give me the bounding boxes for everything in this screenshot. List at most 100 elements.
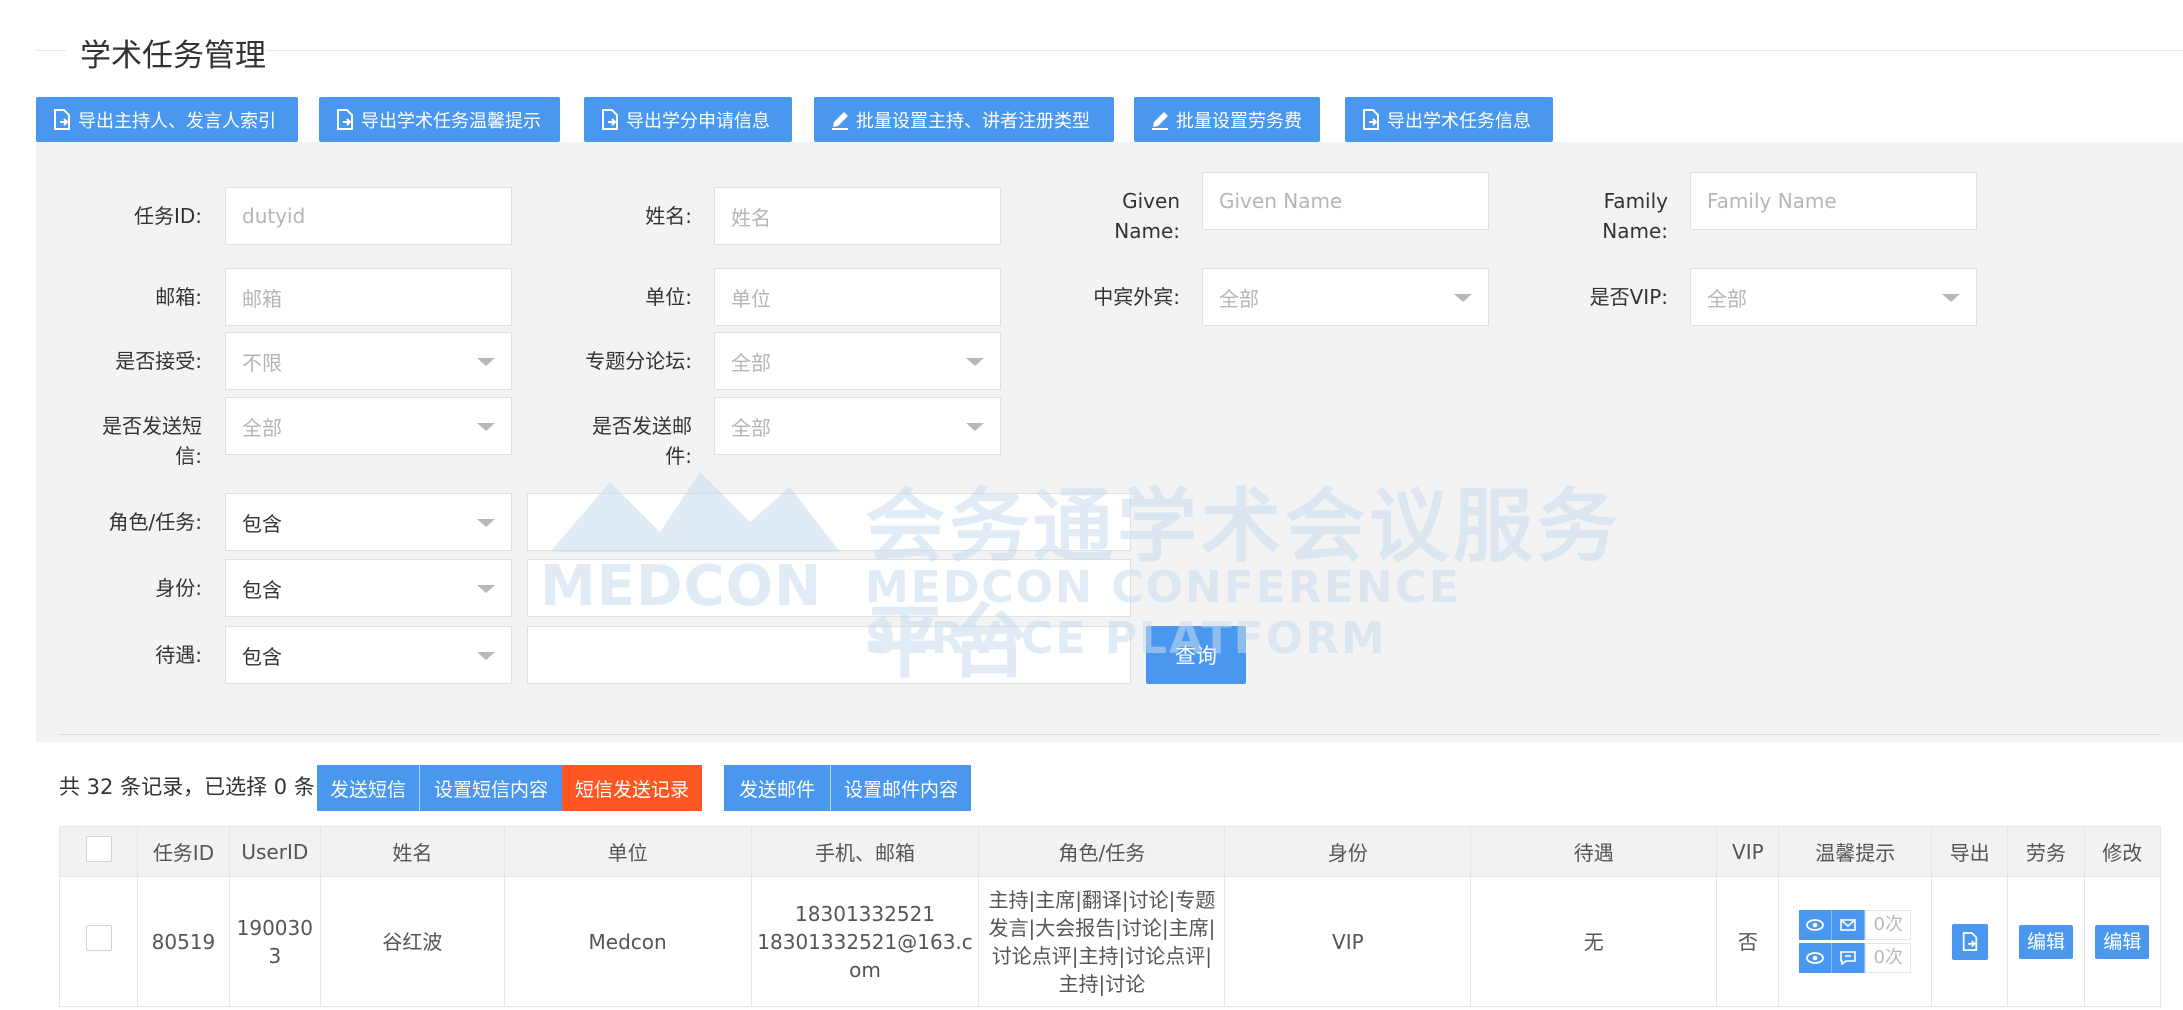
mail-count: 0次: [1865, 910, 1912, 940]
column-header: 劳务: [2007, 826, 2085, 877]
export-task-info-button[interactable]: 导出学术任务信息: [1345, 97, 1553, 142]
family-name-input[interactable]: Family Name: [1690, 172, 1977, 230]
mail-sent-label-line2: 件:: [665, 444, 692, 468]
select-all-checkbox[interactable]: [85, 836, 112, 862]
identity-cell: VIP: [1224, 876, 1472, 1007]
chevron-down-icon: [477, 519, 495, 527]
accepted-label: 是否接受:: [115, 349, 202, 373]
send-mail-button[interactable]: 发送邮件: [724, 765, 830, 811]
send-sms-button[interactable]: 发送短信: [317, 765, 419, 811]
identity-mode-value: 包含: [242, 577, 282, 602]
email-text: 18301332521@163.com: [757, 929, 973, 982]
export-host-speaker-index-button[interactable]: 导出主持人、发言人索引: [36, 97, 298, 142]
accepted-select[interactable]: 不限: [225, 332, 512, 390]
edit-pencil-icon: [830, 109, 850, 131]
column-header: 角色/任务: [978, 826, 1226, 877]
email-input[interactable]: 邮箱: [225, 268, 512, 326]
column-header: 修改: [2083, 826, 2162, 877]
column-header: 温馨提示: [1778, 826, 1933, 877]
chevron-down-icon: [966, 358, 984, 366]
row-checkbox[interactable]: [85, 925, 112, 951]
given-name-label-line1: Given: [1122, 189, 1180, 213]
accepted-value: 不限: [242, 350, 282, 375]
chevron-down-icon: [1942, 294, 1960, 302]
role-label: 角色/任务:: [108, 510, 202, 534]
role-value-input[interactable]: [527, 493, 1131, 551]
treatment-mode-value: 包含: [242, 644, 282, 669]
treatment-label: 待遇:: [155, 643, 202, 667]
sms-sent-label-line2: 信:: [175, 444, 202, 468]
export-credit-application-button[interactable]: 导出学分申请信息: [584, 97, 792, 142]
export-file-icon[interactable]: [1951, 923, 1988, 960]
eye-icon[interactable]: [1799, 943, 1833, 973]
family-name-label-line1: Family: [1603, 189, 1668, 213]
unit-input[interactable]: 单位: [714, 268, 1001, 326]
forum-value: 全部: [731, 350, 771, 375]
sms-sent-label-line1: 是否发送短: [102, 414, 202, 438]
mail-icon[interactable]: [1832, 910, 1866, 940]
duty-id-cell: 80519: [137, 876, 230, 1007]
forum-select[interactable]: 全部: [714, 332, 1001, 390]
guest-type-select[interactable]: 全部: [1202, 268, 1489, 326]
duty-id-label: 任务ID:: [133, 204, 202, 228]
page-header: 学术任务管理: [36, 22, 2183, 82]
tips-cell: 0次 0次: [1778, 876, 1933, 1007]
column-header: UserID: [228, 826, 321, 877]
role-mode-select[interactable]: 包含: [225, 493, 512, 551]
mail-sent-value: 全部: [731, 415, 771, 440]
mail-sent-select[interactable]: 全部: [714, 397, 1001, 455]
chevron-down-icon: [966, 423, 984, 431]
task-table: 任务ID UserID 姓名 单位 手机、邮箱 角色/任务 身份 待遇 VIP …: [58, 826, 2162, 1007]
query-button[interactable]: 查询: [1146, 626, 1246, 684]
given-name-label: Given Name:: [1060, 186, 1180, 246]
set-mail-content-button[interactable]: 设置邮件内容: [830, 765, 971, 811]
chevron-down-icon: [1454, 294, 1472, 302]
family-name-label: Family Name:: [1548, 186, 1668, 246]
row-edit-button[interactable]: 编辑: [2095, 924, 2150, 959]
column-header: 导出: [1931, 826, 2009, 877]
vip-cell: 否: [1716, 876, 1780, 1007]
batch-set-registration-type-button[interactable]: 批量设置主持、讲者注册类型: [814, 97, 1114, 142]
contact-cell: 18301332521 18301332521@163.com: [750, 876, 980, 1007]
set-sms-content-button[interactable]: 设置短信内容: [419, 765, 562, 811]
vip-select[interactable]: 全部: [1690, 268, 1977, 326]
column-header: 任务ID: [137, 826, 230, 877]
forum-label: 专题分论坛:: [585, 349, 692, 373]
edit-pencil-icon: [1150, 109, 1170, 131]
name-cell: 谷红波: [319, 876, 505, 1007]
treatment-mode-select[interactable]: 包含: [225, 626, 512, 684]
identity-mode-select[interactable]: 包含: [225, 559, 512, 617]
edit-cell: 编辑: [2083, 876, 2162, 1007]
role-cell: 主持|主席|翻译|讨论|专题发言|大会报告|讨论|主席|讨论点评|主持|讨论点评…: [978, 876, 1226, 1007]
phone-text: 18301332521: [795, 901, 936, 926]
sms-log-button[interactable]: 短信发送记录: [562, 765, 702, 811]
select-all-header: [58, 826, 139, 877]
name-input[interactable]: 姓名: [714, 187, 1001, 245]
column-header: 身份: [1224, 826, 1472, 877]
column-header: 手机、邮箱: [750, 826, 980, 877]
export-file-icon: [1361, 108, 1381, 131]
message-icon[interactable]: [1832, 943, 1866, 973]
export-file-icon: [600, 108, 620, 131]
sms-sent-select[interactable]: 全部: [225, 397, 512, 455]
export-cell: [1931, 876, 2009, 1007]
vip-label: 是否VIP:: [1589, 285, 1668, 309]
batch-set-labor-fee-button[interactable]: 批量设置劳务费: [1134, 97, 1320, 142]
column-header: 单位: [503, 826, 752, 877]
given-name-label-line2: Name:: [1114, 219, 1180, 243]
identity-value-input[interactable]: [527, 559, 1131, 617]
sms-sent-label: 是否发送短 信:: [60, 411, 202, 471]
toolbar-button-label: 批量设置劳务费: [1176, 110, 1302, 132]
toolbar-button-label: 导出主持人、发言人索引: [78, 110, 276, 132]
guest-type-label: 中宾外宾:: [1093, 285, 1180, 309]
column-header: 待遇: [1470, 826, 1718, 877]
given-name-input[interactable]: Given Name: [1202, 172, 1489, 230]
role-mode-value: 包含: [242, 511, 282, 536]
title-divider-left: [36, 50, 66, 51]
treatment-value-input[interactable]: [527, 626, 1131, 684]
export-task-tips-button[interactable]: 导出学术任务温馨提示: [319, 97, 560, 142]
guest-type-value: 全部: [1219, 286, 1259, 311]
labor-edit-button[interactable]: 编辑: [2018, 924, 2073, 959]
duty-id-input[interactable]: dutyid: [225, 187, 512, 245]
eye-icon[interactable]: [1799, 910, 1833, 940]
